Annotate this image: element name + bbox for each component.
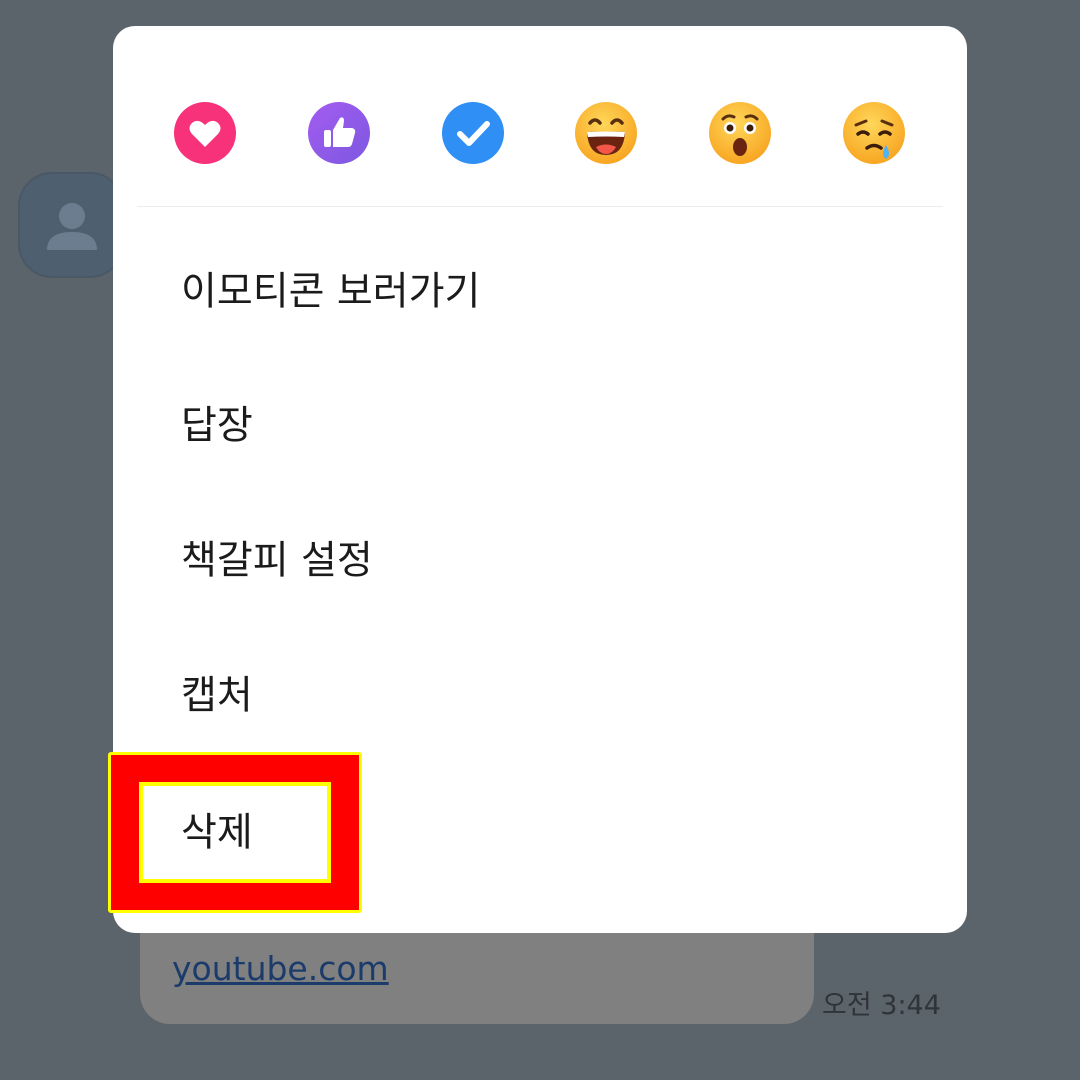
message-timestamp: 오전 3:44 [822,990,941,1021]
menu-item-view-emoticons[interactable]: 이모티콘 보러가기 [113,237,967,347]
heart-icon[interactable] [173,101,237,165]
message-link[interactable]: youtube.com [172,952,389,985]
menu-item-set-bookmark[interactable]: 책갈피 설정 [113,506,967,616]
menu-item-reply[interactable]: 답장 [113,371,967,481]
laughing-face-icon[interactable] [574,101,638,165]
menu-item-delete-label[interactable]: 삭제 [181,814,253,853]
check-icon[interactable] [441,101,505,165]
thumbs-up-icon[interactable] [307,101,371,165]
menu-item-label: 캡처 [181,673,253,719]
menu-item-label: 답장 [181,403,253,449]
reaction-bar [113,26,967,206]
sad-face-icon[interactable] [842,101,906,165]
menu-item-label: 이모티콘 보러가기 [181,269,481,315]
menu-item-label: 책갈피 설정 [181,538,373,584]
surprised-face-icon[interactable] [708,101,772,165]
user-icon [47,203,97,250]
menu-item-capture[interactable]: 캡처 [113,641,967,751]
avatar[interactable] [18,172,124,278]
menu-divider [137,206,943,207]
